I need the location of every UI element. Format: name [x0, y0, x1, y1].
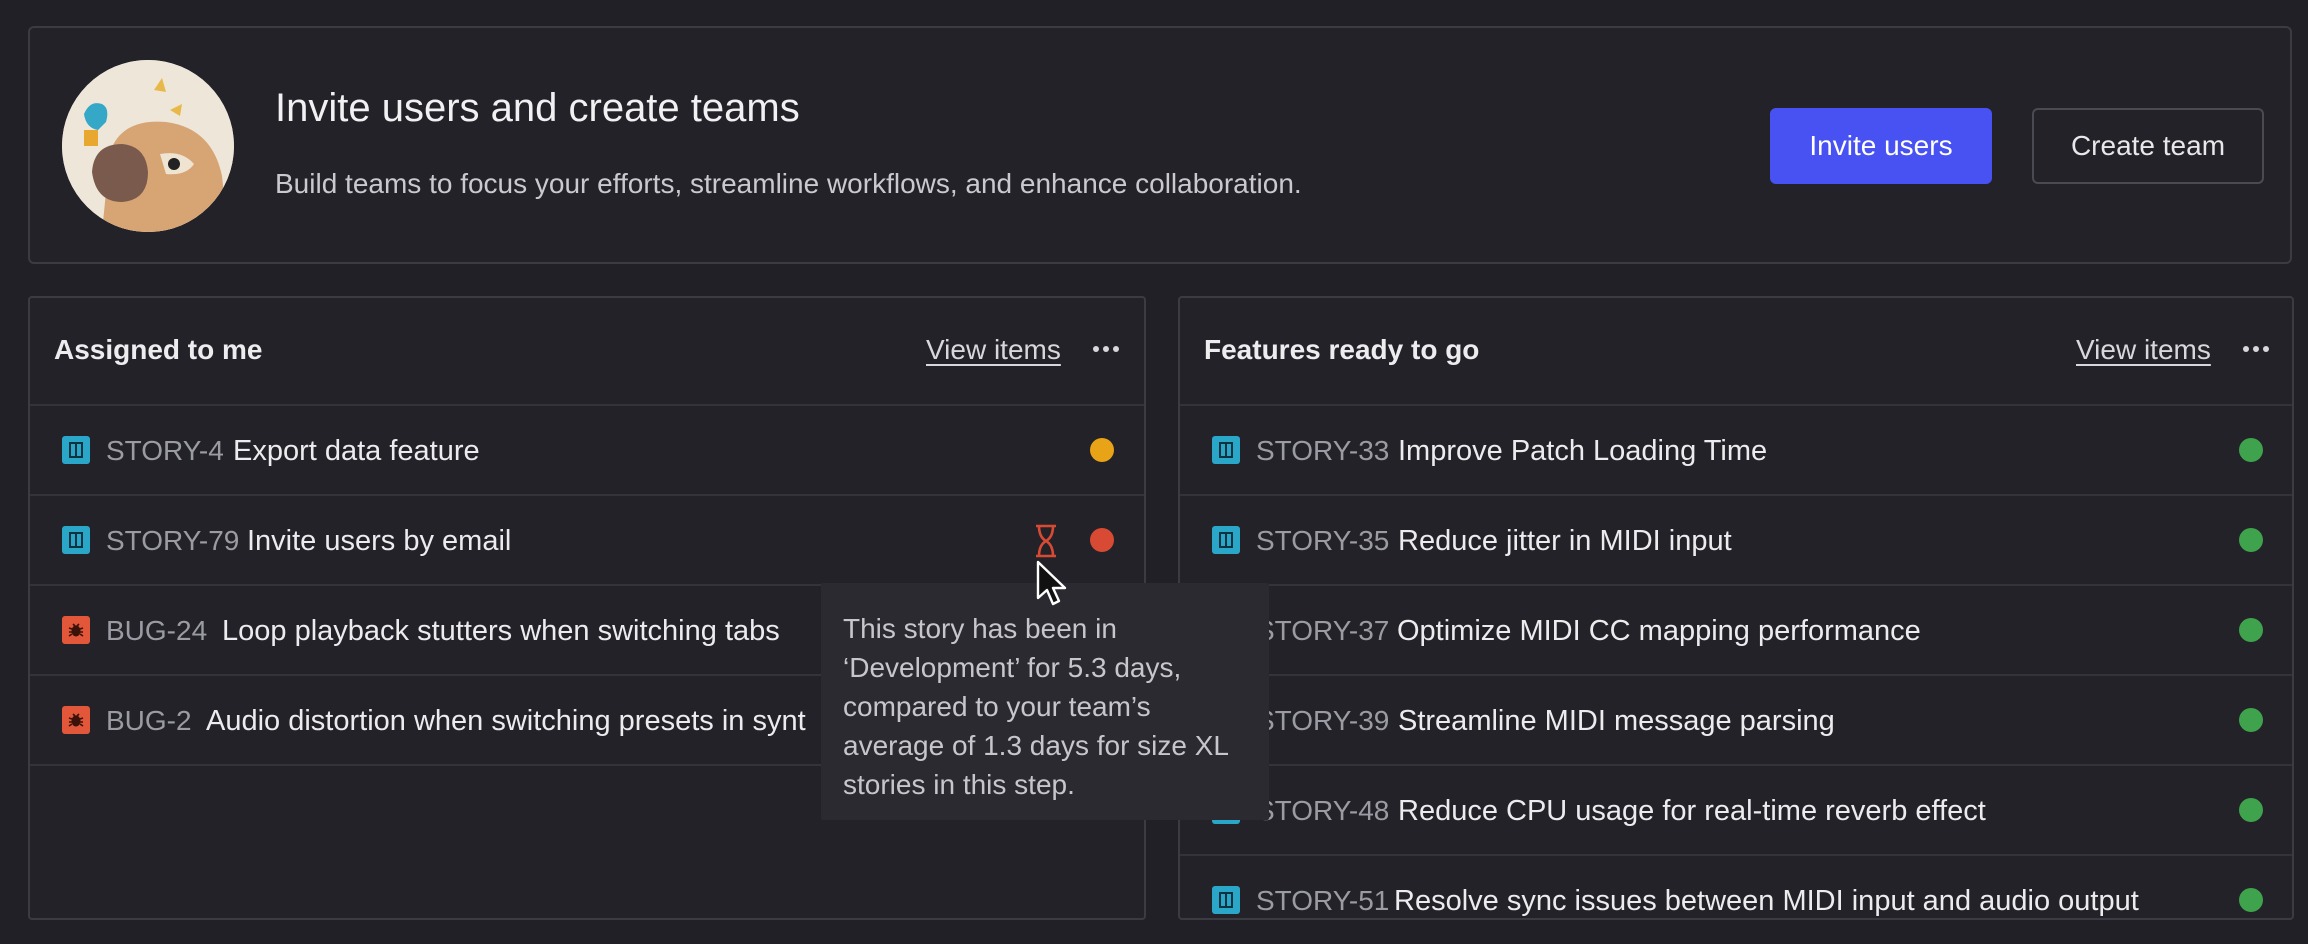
item-key: STORY-33 — [1256, 435, 1390, 466]
item-title: Resolve sync issues between MIDI input a… — [1394, 885, 2139, 917]
list-item[interactable]: STORY-37 Optimize MIDI CC mapping perfor… — [1180, 586, 2292, 676]
mascot-illustration — [62, 60, 234, 232]
more-options-icon[interactable] — [1093, 346, 1119, 354]
list-item[interactable]: STORY-35 Reduce jitter in MIDI input — [1180, 496, 2292, 586]
view-items-link[interactable]: View items — [926, 334, 1061, 366]
create-team-button[interactable]: Create team — [2032, 108, 2264, 184]
story-icon — [62, 436, 90, 464]
item-key: STORY-79 — [106, 525, 240, 556]
panel-title: Features ready to go — [1204, 334, 1480, 365]
more-options-icon[interactable] — [2243, 346, 2269, 354]
status-dot — [2239, 528, 2263, 552]
panel-header: Features ready to go View items — [1180, 298, 2292, 406]
status-dot — [2239, 798, 2263, 822]
item-title: Loop playback stutters when switching ta… — [222, 615, 780, 647]
list-item[interactable]: STORY-39 Streamline MIDI message parsing — [1180, 676, 2292, 766]
item-title: Streamline MIDI message parsing — [1398, 705, 1835, 737]
status-dot — [1090, 438, 1114, 462]
status-dot — [2239, 618, 2263, 642]
item-key: BUG-2 — [106, 705, 192, 736]
view-items-link[interactable]: View items — [2076, 334, 2211, 366]
item-key: BUG-24 — [106, 615, 208, 646]
list-item[interactable]: STORY-79 Invite users by email — [30, 496, 1144, 586]
invite-subtitle: Build teams to focus your efforts, strea… — [275, 168, 1302, 199]
item-key: STORY-4 — [106, 435, 224, 466]
status-dot — [1090, 528, 1114, 552]
item-key: STORY-39 — [1256, 705, 1390, 736]
story-icon — [1212, 526, 1240, 554]
hourglass-icon[interactable] — [1032, 524, 1060, 558]
item-title: Audio distortion when switching presets … — [206, 705, 806, 737]
item-key: STORY-48 — [1256, 795, 1390, 826]
bug-icon — [62, 616, 90, 644]
mouse-cursor-icon — [1036, 560, 1070, 608]
status-dot — [2239, 708, 2263, 732]
item-title: Optimize MIDI CC mapping performance — [1397, 615, 1921, 647]
story-icon — [62, 526, 90, 554]
panel-header: Assigned to me View items — [30, 298, 1144, 406]
item-key: STORY-51 — [1256, 885, 1390, 916]
item-title: Export data feature — [233, 435, 480, 467]
status-dot — [2239, 438, 2263, 462]
list-item[interactable]: STORY-4 Export data feature — [30, 406, 1144, 496]
invite-banner: Invite users and create teams Build team… — [28, 26, 2292, 264]
item-title: Reduce jitter in MIDI input — [1398, 525, 1732, 557]
item-title: Reduce CPU usage for real-time reverb ef… — [1398, 795, 1986, 827]
panel-title: Assigned to me — [54, 334, 263, 365]
item-title: Invite users by email — [247, 525, 512, 557]
item-title: Improve Patch Loading Time — [1398, 435, 1768, 467]
features-ready-panel: Features ready to go View items STORY-33… — [1178, 296, 2294, 920]
list-item[interactable]: STORY-33 Improve Patch Loading Time — [1180, 406, 2292, 496]
list-item[interactable]: STORY-48 Reduce CPU usage for real-time … — [1180, 766, 2292, 856]
tooltip: This story has been in ‘Development’ for… — [821, 583, 1269, 820]
bug-icon — [62, 706, 90, 734]
list-item[interactable]: STORY-51 Resolve sync issues between MID… — [1180, 856, 2292, 918]
invite-users-button[interactable]: Invite users — [1770, 108, 1992, 184]
invite-title: Invite users and create teams — [275, 86, 800, 130]
item-key: STORY-37 — [1256, 615, 1390, 646]
story-icon — [1212, 886, 1240, 914]
item-key: STORY-35 — [1256, 525, 1390, 556]
story-icon — [1212, 436, 1240, 464]
status-dot — [2239, 888, 2263, 912]
